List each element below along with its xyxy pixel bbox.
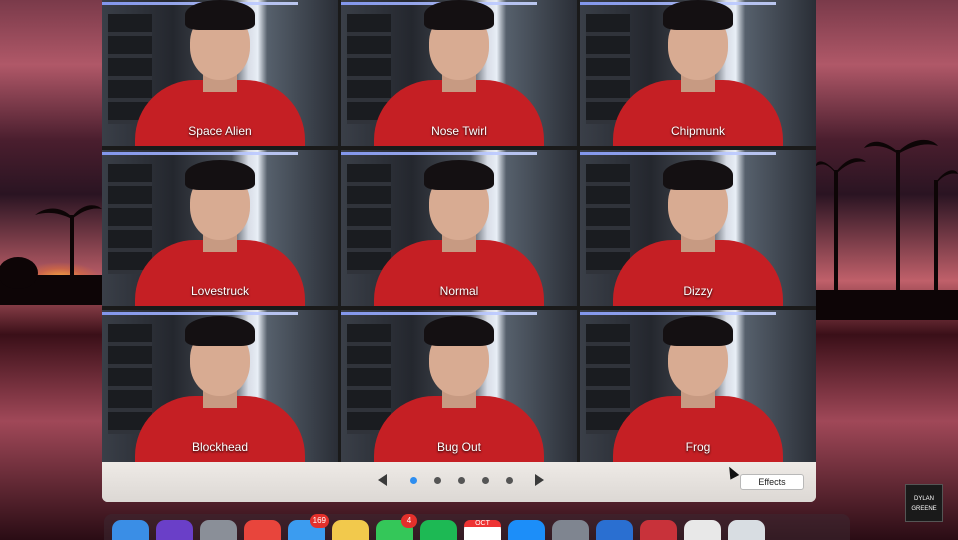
effect-tile-normal[interactable]: Normal	[341, 150, 577, 306]
hair	[185, 0, 255, 30]
spotify-icon[interactable]	[420, 520, 457, 540]
messages-icon[interactable]: 4	[376, 514, 417, 540]
notification-badge: 169	[309, 514, 329, 528]
effect-tile-frog[interactable]: Frog	[580, 310, 816, 462]
hair	[663, 0, 733, 30]
page-control	[378, 474, 544, 486]
hair	[185, 160, 255, 190]
hair	[663, 316, 733, 346]
document-icon[interactable]	[684, 520, 721, 540]
effect-label: Lovestruck	[190, 284, 250, 298]
launchpad-icon[interactable]	[200, 520, 237, 540]
effect-label: Nose Twirl	[431, 124, 487, 138]
effects-button[interactable]: Effects	[740, 474, 804, 490]
effect-label: Normal	[439, 284, 479, 298]
bottom-toolbar: Effects	[102, 462, 816, 502]
mail-icon[interactable]: 169	[288, 514, 329, 540]
page-dot-5[interactable]	[505, 476, 513, 484]
effect-label: Blockhead	[191, 440, 249, 454]
notification-badge: 4	[401, 514, 417, 528]
led-light-strip	[102, 152, 298, 155]
effect-tile-lovestruck[interactable]: Lovestruck	[102, 150, 338, 306]
effect-label: Bug Out	[436, 440, 482, 454]
led-light-strip	[341, 152, 537, 155]
hair	[663, 160, 733, 190]
system-preferences-icon[interactable]	[552, 520, 589, 540]
photo-booth-window: Space Alien Nose Twirl Chipmunk Lovestruck N…	[102, 0, 816, 502]
effect-tile-blockhead[interactable]: Blockhead	[102, 310, 338, 462]
effects-grid: Space Alien Nose Twirl Chipmunk Lovestruck N…	[102, 0, 816, 462]
siri-icon[interactable]	[156, 520, 193, 540]
finder-icon[interactable]	[112, 520, 149, 540]
chrome-icon[interactable]	[244, 520, 281, 540]
effect-tile-nose-twirl[interactable]: Nose Twirl	[341, 0, 577, 146]
calendar-icon[interactable]: OCT	[464, 520, 501, 540]
trash-icon[interactable]	[728, 520, 765, 540]
previous-page-arrow-icon[interactable]	[378, 474, 387, 486]
app-store-icon[interactable]	[508, 520, 545, 540]
led-light-strip	[341, 312, 537, 315]
effect-label: Dizzy	[683, 284, 713, 298]
led-light-strip	[580, 152, 776, 155]
effect-tile-bug-out[interactable]: Bug Out	[341, 310, 577, 462]
channel-watermark-logo: DYLAN GREENE	[905, 484, 943, 522]
page-dot-1[interactable]	[409, 476, 417, 484]
photo-booth-icon[interactable]	[640, 520, 677, 540]
led-light-strip	[102, 312, 298, 315]
next-page-arrow-icon[interactable]	[535, 474, 544, 486]
quicktime-icon[interactable]	[596, 520, 633, 540]
effect-label: Chipmunk	[670, 124, 726, 138]
effect-label: Space Alien	[188, 124, 252, 138]
palm-trees-left	[0, 205, 102, 305]
palm-trees-right	[816, 139, 958, 320]
hair	[185, 316, 255, 346]
calendar-month: OCT	[464, 520, 501, 527]
effect-label: Frog	[685, 440, 711, 454]
effect-tile-space-alien[interactable]: Space Alien	[102, 0, 338, 146]
hair	[424, 160, 494, 190]
hair	[424, 316, 494, 346]
led-light-strip	[580, 312, 776, 315]
page-dot-3[interactable]	[457, 476, 465, 484]
effect-tile-chipmunk[interactable]: Chipmunk	[580, 0, 816, 146]
page-dot-4[interactable]	[481, 476, 489, 484]
photos-icon[interactable]	[332, 520, 369, 540]
hair	[424, 0, 494, 30]
page-dot-2[interactable]	[433, 476, 441, 484]
effect-tile-dizzy[interactable]: Dizzy	[580, 150, 816, 306]
dock: 169 4 OCT	[104, 514, 850, 540]
